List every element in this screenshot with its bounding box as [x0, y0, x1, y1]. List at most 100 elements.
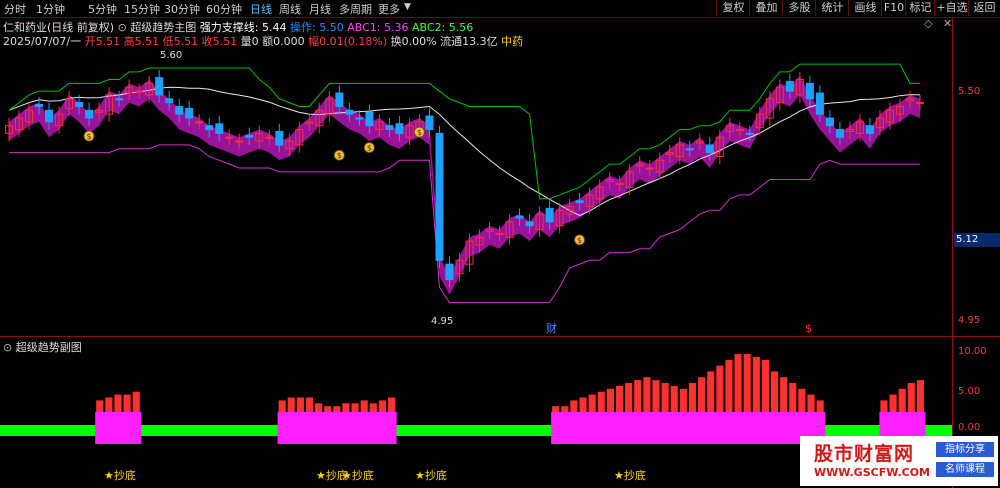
watermark-tag-course: 名师课程	[936, 462, 994, 477]
period-daily[interactable]: 日线	[250, 1, 272, 17]
signal-block	[624, 412, 634, 444]
candle-body	[165, 98, 174, 104]
candle-body	[425, 115, 434, 131]
histogram-bar	[105, 397, 113, 412]
histogram-bar	[761, 359, 769, 412]
f10-button[interactable]: F10	[881, 0, 906, 16]
signal-block	[323, 412, 333, 444]
signal-block	[660, 412, 671, 444]
sub-tick-0: 0.00	[958, 422, 981, 433]
money-bag-glyph: $	[87, 132, 92, 141]
signal-block	[350, 412, 361, 444]
period-toolbar: 分时 1分钟 5分钟 15分钟 30分钟 60分钟 日线 周线 月线 多周期 更…	[0, 0, 1000, 18]
histogram-bar	[889, 394, 897, 412]
histogram-bar	[333, 406, 341, 412]
histogram-bar	[342, 403, 350, 412]
period-15min[interactable]: 15分钟	[124, 1, 160, 17]
histogram-bar	[752, 356, 760, 412]
signal-block	[724, 412, 735, 444]
period-fenshi[interactable]: 分时	[4, 1, 26, 17]
stats-button[interactable]: 统计	[815, 0, 849, 16]
signal-block	[304, 412, 315, 444]
period-30min[interactable]: 30分钟	[164, 1, 200, 17]
back-button[interactable]: 返回	[968, 0, 1000, 16]
signal-block	[715, 412, 725, 444]
signal-block	[286, 412, 297, 444]
money-bag-icon: $	[363, 142, 375, 153]
histogram-bar	[606, 388, 614, 412]
low-mark-label: 4.95	[431, 316, 453, 327]
histogram-bar	[378, 400, 386, 412]
histogram-bar	[643, 377, 651, 412]
candle-body	[395, 123, 404, 134]
signal-block	[277, 412, 288, 444]
more-arrow-icon[interactable]: ▼	[404, 2, 411, 12]
histogram-bar	[561, 406, 569, 412]
histogram-bar	[324, 406, 332, 412]
add-watchlist-button[interactable]: +自选	[934, 0, 969, 16]
period-weekly[interactable]: 周线	[279, 1, 301, 17]
signal-block	[733, 412, 744, 444]
signal-block	[377, 412, 388, 444]
candle-body	[785, 80, 794, 92]
support-step-line	[9, 144, 920, 304]
period-monthly[interactable]: 月线	[309, 1, 331, 17]
watermark-tag-share: 指标分享	[936, 442, 994, 457]
signal-block	[633, 412, 643, 444]
signal-block	[314, 412, 324, 444]
fuquan-button[interactable]: 复权	[716, 0, 750, 16]
candle-body	[175, 105, 184, 115]
mark-button[interactable]: 标记	[905, 0, 935, 16]
histogram-bar	[552, 406, 560, 412]
period-more[interactable]: 更多	[378, 1, 400, 17]
chaodi-label: ★抄底	[342, 469, 374, 482]
signal-block	[386, 412, 397, 444]
draw-line-button[interactable]: 画线	[848, 0, 882, 16]
signal-block	[368, 412, 379, 444]
watermark-url: WWW.GSCFW.COM	[814, 466, 931, 479]
period-multi[interactable]: 多周期	[339, 1, 372, 17]
histogram-bar	[798, 388, 806, 412]
histogram-bar	[278, 400, 286, 412]
candle-body	[735, 129, 744, 132]
histogram-bar	[570, 400, 578, 412]
period-1min[interactable]: 1分钟	[36, 1, 65, 17]
histogram-bar	[634, 380, 642, 412]
histogram-bar	[816, 400, 824, 412]
chaodi-label: ★抄底	[415, 469, 447, 482]
candle-body	[805, 82, 814, 100]
signal-block	[614, 412, 625, 444]
signal-block	[788, 412, 798, 444]
signal-block	[769, 412, 780, 444]
watermark-title: 股市财富网	[814, 443, 915, 465]
histogram-bar	[625, 383, 633, 412]
candle-body	[365, 111, 374, 127]
signal-block	[678, 412, 689, 444]
signal-block	[95, 412, 105, 444]
multi-stock-button[interactable]: 多股	[782, 0, 816, 16]
candle-body	[865, 125, 874, 134]
signal-block	[332, 412, 342, 444]
candle-body	[275, 130, 284, 146]
signal-block	[687, 412, 698, 444]
candle-body	[45, 109, 54, 123]
signal-block	[113, 412, 124, 444]
money-bag-glyph: $	[337, 151, 342, 160]
axis-tick-550: 5.50	[958, 86, 981, 97]
overlay-button[interactable]: 叠加	[749, 0, 783, 16]
histogram-bar	[661, 383, 669, 412]
main-chart[interactable]: $ $ $ $ $5.60 4.95 财 $	[0, 18, 952, 336]
period-5min[interactable]: 5分钟	[88, 1, 117, 17]
candle-body	[835, 129, 844, 138]
histogram-bar	[770, 371, 779, 412]
cai-marker: 财	[546, 321, 557, 335]
histogram-bar	[725, 359, 733, 412]
histogram-bar	[916, 380, 924, 412]
histogram-bar	[743, 354, 751, 412]
candle-body	[825, 117, 834, 127]
candle-body	[185, 107, 194, 119]
candle-body	[705, 144, 714, 154]
candle-body	[445, 263, 454, 281]
period-60min[interactable]: 60分钟	[206, 1, 242, 17]
signal-block	[742, 412, 753, 444]
